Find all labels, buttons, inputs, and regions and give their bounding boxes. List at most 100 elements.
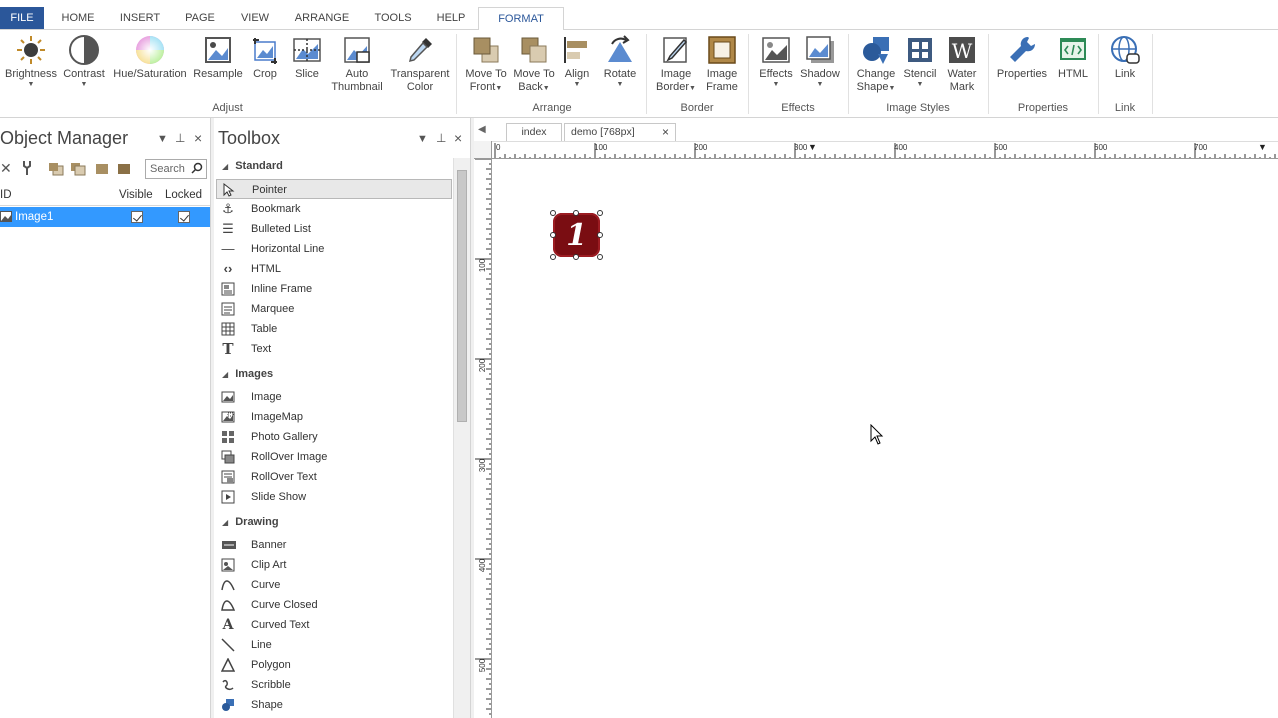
visible-checkbox[interactable] (131, 211, 143, 223)
image-frame-button[interactable]: Image Frame (702, 34, 742, 94)
pin-icon[interactable]: ⊥ (175, 131, 185, 145)
close-icon[interactable]: × (454, 130, 462, 146)
column-visible[interactable]: Visible (119, 189, 153, 201)
tab-file[interactable]: FILE (0, 7, 44, 29)
image-object-badge[interactable]: 1 (553, 213, 600, 257)
move-to-front-button[interactable]: Move To Front▼ (462, 34, 510, 94)
align-button[interactable]: Align ▼ (560, 34, 594, 89)
page-canvas[interactable] (493, 160, 1278, 718)
toolbox-item-banner[interactable]: Banner (216, 535, 452, 555)
toolbox-item-scribble[interactable]: Scribble (216, 675, 452, 695)
shadow-button[interactable]: Shadow ▼ (798, 34, 842, 89)
toolbox-item-html[interactable]: ‹› HTML (216, 259, 452, 279)
resize-handle[interactable] (597, 210, 603, 216)
panel-dropdown-icon[interactable]: ▼ (417, 133, 428, 145)
toolbox-item-polygon[interactable]: Polygon (216, 655, 452, 675)
ruler-marker-icon[interactable]: ▼ (1258, 142, 1267, 152)
stencil-button[interactable]: Stencil ▼ (900, 34, 940, 89)
resize-handle[interactable] (573, 254, 579, 260)
horizontal-ruler[interactable]: 0 100 200 300 400 500 600 700 ▼ ▼ (492, 141, 1278, 159)
toolbox-item-horizontal-line[interactable]: — Horizontal Line (216, 239, 452, 259)
tab-insert[interactable]: INSERT (114, 7, 166, 29)
transparent-color-label-1: Transparent (390, 68, 450, 80)
transparent-color-button[interactable]: Transparent Color (388, 34, 452, 94)
close-icon[interactable]: × (194, 130, 202, 146)
tab-help[interactable]: HELP (430, 7, 472, 29)
toolbox-item-curve-closed[interactable]: Curve Closed (216, 595, 452, 615)
tab-format[interactable]: FORMAT (478, 7, 564, 31)
document-tab-index[interactable]: index (506, 123, 562, 141)
properties-wrench-icon[interactable] (20, 160, 34, 179)
toolbox-item-rollover-text[interactable]: RollOver Text (216, 467, 452, 487)
toolbox-item-pointer[interactable]: Pointer (216, 179, 452, 199)
resample-button[interactable]: Resample (192, 34, 244, 81)
vertical-ruler[interactable]: 100 200 300 400 500 (474, 159, 492, 718)
tab-home[interactable]: HOME (52, 7, 104, 29)
watermark-button[interactable]: W Water Mark (942, 34, 982, 94)
properties-button[interactable]: Properties (994, 34, 1050, 81)
toolbox-item-photo-gallery[interactable]: Photo Gallery (216, 427, 452, 447)
pin-icon[interactable]: ⊥ (436, 131, 446, 145)
link-button[interactable]: Link (1106, 34, 1144, 81)
close-tab-icon[interactable]: × (662, 124, 669, 140)
locked-checkbox[interactable] (178, 211, 190, 223)
document-tab-demo[interactable]: demo [768px] × (564, 123, 676, 141)
toolbox-item-text[interactable]: T Text (216, 339, 452, 359)
resize-handle[interactable] (573, 210, 579, 216)
panel-dropdown-icon[interactable]: ▼ (157, 133, 168, 145)
contrast-button[interactable]: Contrast ▼ (60, 34, 108, 89)
toolbox-item-inline-frame[interactable]: Inline Frame (216, 279, 452, 299)
resize-handle[interactable] (550, 232, 556, 238)
tab-scroll-left-icon[interactable]: ◀ (478, 124, 486, 135)
toolbox-item-marquee[interactable]: Marquee (216, 299, 452, 319)
panel-splitter[interactable] (210, 118, 214, 718)
brightness-button[interactable]: Brightness ▼ (2, 34, 60, 89)
toolbox-item-image[interactable]: Image (216, 387, 452, 407)
image-border-button[interactable]: Image Border▼ (652, 34, 700, 94)
tab-page[interactable]: PAGE (178, 7, 222, 29)
move-to-back-button[interactable]: Move To Back▼ (510, 34, 558, 94)
toolbox-item-line[interactable]: Line (216, 635, 452, 655)
ruler-marker-icon[interactable]: ▼ (808, 142, 817, 152)
toolbox-section-drawing[interactable]: ◢ Drawing (222, 516, 279, 528)
auto-thumbnail-button[interactable]: Auto Thumbnail (328, 34, 386, 94)
rotate-button[interactable]: Rotate ▼ (600, 34, 640, 89)
crop-button[interactable]: Crop (248, 34, 282, 81)
toolbox-item-bookmark[interactable]: ⚓ Bookmark (216, 199, 452, 219)
hue-saturation-button[interactable]: Hue/Saturation (110, 34, 190, 81)
send-back-icon[interactable] (70, 162, 86, 179)
resize-handle[interactable] (597, 254, 603, 260)
bring-front-icon[interactable] (48, 162, 64, 179)
toolbox-item-clip-art[interactable]: Clip Art (216, 555, 452, 575)
scrollbar-thumb[interactable] (457, 170, 467, 422)
toolbox-section-standard[interactable]: ◢ Standard (222, 160, 283, 172)
change-shape-button[interactable]: Change Shape▼ (854, 34, 898, 94)
toolbox-item-rollover-image[interactable]: RollOver Image (216, 447, 452, 467)
toolbox-item-imagemap[interactable]: ImageMap (216, 407, 452, 427)
toolbox-item-shape[interactable]: Shape (216, 695, 452, 715)
toolbox-item-bulleted-list[interactable]: ☰ Bulleted List (216, 219, 452, 239)
column-id[interactable]: ID (0, 189, 12, 201)
image-frame-label-2: Frame (706, 81, 738, 93)
toolbox-scrollbar[interactable] (453, 158, 470, 718)
tab-tools[interactable]: TOOLS (366, 7, 420, 29)
html-button[interactable]: HTML (1054, 34, 1092, 81)
toolbox-item-table[interactable]: Table (216, 319, 452, 339)
forward-icon[interactable] (94, 162, 110, 179)
effects-button[interactable]: Effects ▼ (756, 34, 796, 89)
tab-view[interactable]: VIEW (234, 7, 276, 29)
resize-handle[interactable] (550, 210, 556, 216)
tab-arrange[interactable]: ARRANGE (288, 7, 356, 29)
slice-button[interactable]: Slice (290, 34, 324, 81)
search-input[interactable]: Search (145, 159, 207, 179)
column-locked[interactable]: Locked (165, 189, 202, 201)
toolbox-item-curved-text[interactable]: A Curved Text (216, 615, 452, 635)
backward-icon[interactable] (116, 162, 132, 179)
resize-handle[interactable] (597, 232, 603, 238)
toolbox-item-slide-show[interactable]: Slide Show (216, 487, 452, 507)
toolbox-item-curve[interactable]: Curve (216, 575, 452, 595)
table-row[interactable]: Image1 (0, 207, 210, 227)
toolbox-section-images[interactable]: ◢ Images (222, 368, 273, 380)
resize-handle[interactable] (550, 254, 556, 260)
delete-icon[interactable]: ✕ (0, 160, 12, 177)
